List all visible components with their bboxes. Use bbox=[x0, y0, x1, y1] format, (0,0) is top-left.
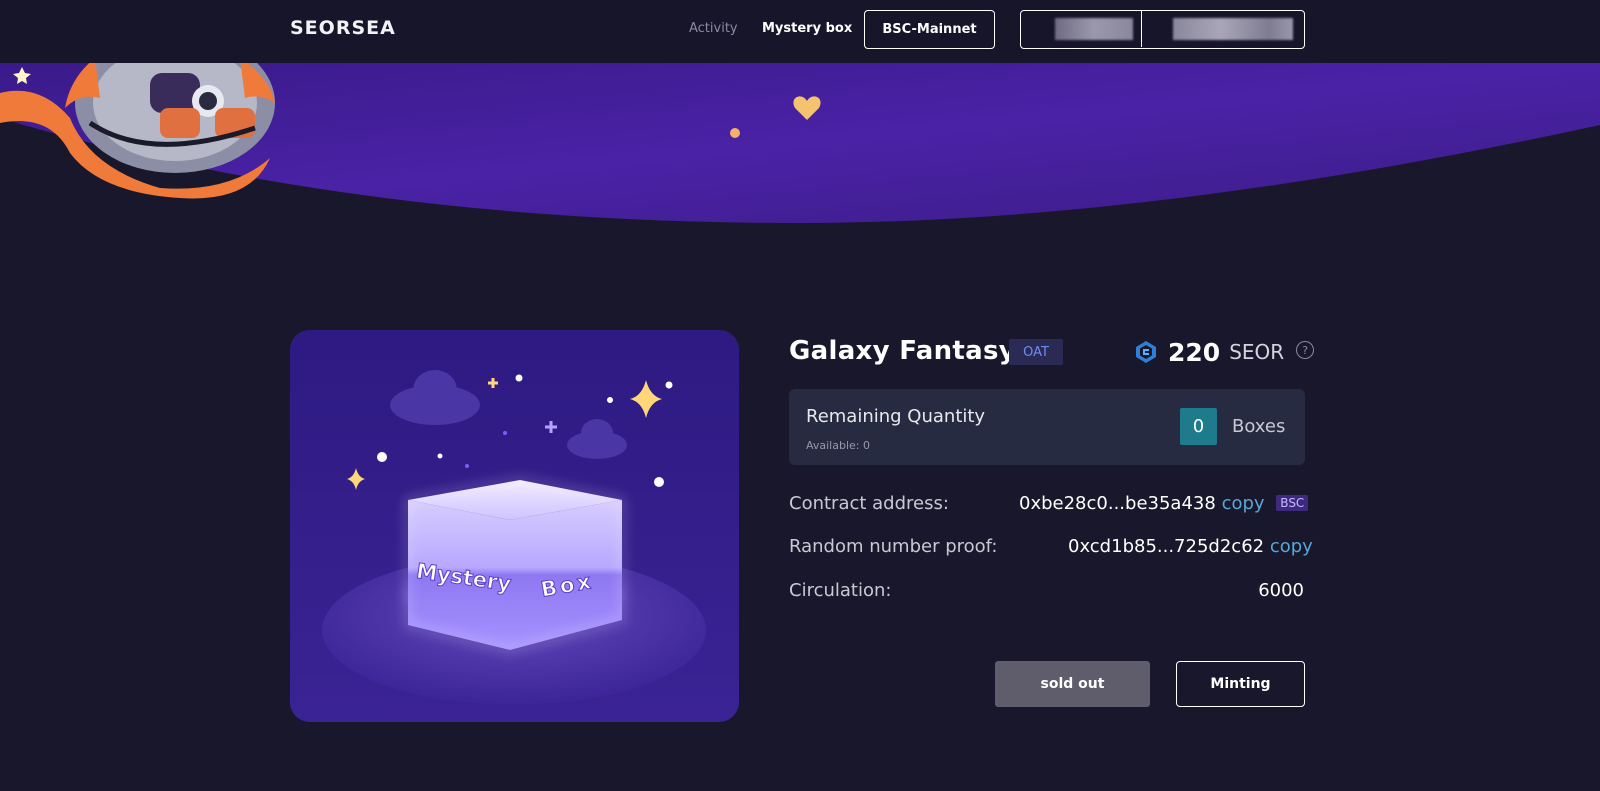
price-unit: SEOR bbox=[1229, 340, 1285, 364]
contract-address-label: Contract address: bbox=[789, 493, 949, 514]
wallet-divider bbox=[1141, 11, 1142, 47]
seor-token-icon bbox=[1136, 341, 1156, 363]
mystery-box-art: Mystery Box bbox=[290, 330, 739, 722]
quantity-value: 0 bbox=[1180, 408, 1217, 445]
random-proof-row: 0xcd1b85...725d2c62 copy bbox=[1068, 536, 1313, 557]
copy-contract-address-link[interactable]: copy bbox=[1222, 493, 1265, 514]
wallet-account-button[interactable] bbox=[1020, 10, 1305, 49]
network-select-button[interactable]: BSC-Mainnet bbox=[864, 10, 995, 49]
nav-mystery-box-link[interactable]: Mystery box bbox=[762, 21, 852, 36]
minting-button[interactable]: Minting bbox=[1176, 661, 1305, 707]
product-title: Galaxy Fantasy bbox=[789, 336, 1017, 366]
random-proof-value: 0xcd1b85...725d2c62 bbox=[1068, 536, 1265, 557]
random-proof-label: Random number proof: bbox=[789, 536, 998, 557]
top-navigation-bar: SEORSEA Activity Mystery box BSC-Mainnet bbox=[0, 0, 1600, 63]
mystery-box-image: Mystery Box bbox=[290, 330, 739, 722]
hero-banner bbox=[0, 63, 1600, 223]
price-display: 220 SEOR ? bbox=[1134, 336, 1315, 368]
copy-random-proof-link[interactable]: copy bbox=[1270, 536, 1313, 557]
chain-badge: BSC bbox=[1276, 495, 1309, 511]
seorsea-logo[interactable]: SEORSEA bbox=[290, 17, 396, 39]
nav-activity-link[interactable]: Activity bbox=[689, 21, 738, 36]
circulation-value: 6000 bbox=[1258, 580, 1304, 601]
remaining-quantity-panel: Remaining Quantity Available: 0 0 Boxes bbox=[789, 389, 1305, 465]
sold-out-button: sold out bbox=[995, 661, 1150, 707]
available-count: Available: 0 bbox=[806, 439, 870, 452]
wallet-address-redacted bbox=[1173, 18, 1293, 40]
quantity-unit: Boxes bbox=[1232, 416, 1286, 437]
contract-address-value: 0xbe28c0...be35a438 bbox=[1019, 493, 1216, 514]
product-type-badge: OAT bbox=[1009, 339, 1063, 365]
remaining-quantity-label: Remaining Quantity bbox=[806, 406, 986, 427]
circulation-label: Circulation: bbox=[789, 580, 892, 601]
hero-banner-art bbox=[0, 63, 1600, 223]
price-value: 220 bbox=[1168, 337, 1221, 367]
wallet-balance-redacted bbox=[1055, 18, 1133, 40]
help-icon[interactable]: ? bbox=[1296, 341, 1315, 359]
contract-address-row: 0xbe28c0...be35a438 copy BSC bbox=[1019, 493, 1309, 514]
